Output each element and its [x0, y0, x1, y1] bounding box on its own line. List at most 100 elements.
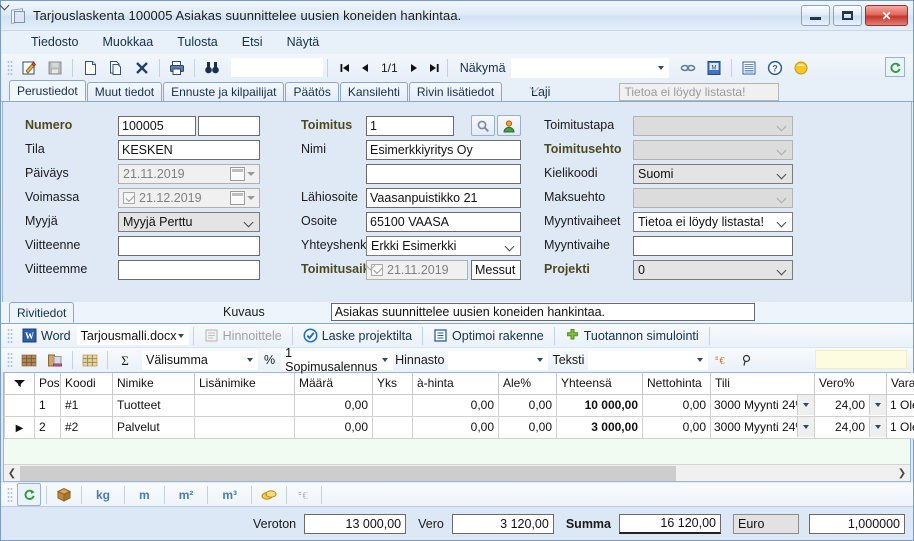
toimitusaika-extra-input[interactable]: Messut	[471, 260, 521, 280]
numero-input[interactable]: 100005	[118, 116, 196, 136]
tab-ennuste-ja-kilpailijat[interactable]: Ennuste ja kilpailijat	[163, 82, 284, 101]
valisumma-select[interactable]: Välisumma	[142, 351, 258, 370]
menu-item-tiedosto[interactable]: Tiedosto	[19, 33, 90, 51]
length-m-icon[interactable]: m	[129, 485, 160, 505]
col-varasto[interactable]: Varasto	[887, 373, 914, 394]
viitteemme-input[interactable]	[118, 260, 260, 280]
nav-first-button[interactable]	[336, 58, 354, 78]
cell-nettohinta[interactable]: 0,00	[643, 394, 711, 416]
maksuehto-select[interactable]	[633, 188, 793, 208]
scroll-right-arrow[interactable]: ❯	[894, 468, 910, 479]
table-row[interactable]: ▶ 2 #2 Palvelut 0,00 0,00 0,00 3 000,00 …	[5, 416, 914, 438]
paivays-datepicker[interactable]: 21.11.2019	[118, 164, 260, 184]
cell-pos[interactable]: 1	[35, 394, 61, 416]
bricks-grid-icon[interactable]	[78, 349, 102, 372]
col-tili[interactable]: Tili	[711, 373, 815, 394]
chevron-down-icon[interactable]	[869, 417, 886, 437]
close-button[interactable]: ✕	[865, 5, 908, 26]
teksti-select[interactable]	[588, 351, 708, 370]
refresh-button[interactable]	[885, 57, 905, 77]
col-ale[interactable]: Ale%	[499, 373, 557, 394]
volume-m3-icon[interactable]: m³	[212, 485, 247, 505]
cell-a-hinta[interactable]: 0,00	[413, 394, 499, 416]
nimi-input[interactable]: Esimerkkiyritys Oy	[366, 140, 521, 160]
word-template-select[interactable]: Tarjousmalli.docx	[77, 326, 189, 345]
cell-lisanimike[interactable]	[195, 394, 295, 416]
ribbon-grip[interactable]	[7, 328, 13, 344]
toimitus-contact-button[interactable]	[497, 115, 521, 136]
veroton-value[interactable]: 13 000,00	[304, 514, 406, 534]
col-row-marker[interactable]	[5, 373, 35, 394]
link-chain-icon[interactable]	[676, 56, 700, 79]
tuotannon-simulointi-button[interactable]: Tuotannon simulointi	[559, 325, 705, 346]
col-lisanimike[interactable]: Lisänimike	[195, 373, 295, 394]
ribbon-grip[interactable]	[7, 352, 13, 368]
map-blue-icon[interactable]: M	[702, 56, 726, 79]
cell-koodi[interactable]: #2	[61, 416, 113, 438]
cell-ale[interactable]: 0,00	[499, 394, 557, 416]
cell-varasto[interactable]: 1 Oletus	[887, 394, 914, 416]
menu-item-tulosta[interactable]: Tulosta	[165, 33, 230, 51]
cell-maara[interactable]: 0,00	[295, 416, 373, 438]
sopimusalennus-select[interactable]: 1 Sopimusalennus	[281, 351, 393, 370]
kielikoodi-select[interactable]: Suomi	[633, 164, 793, 184]
table-row[interactable]: 1 #1 Tuotteet 0,00 0,00 0,00 10 000,00 0…	[5, 394, 914, 416]
package-box-icon[interactable]	[52, 483, 76, 506]
delete-x-icon[interactable]	[130, 56, 154, 79]
scroll-left-arrow[interactable]: ❮	[4, 468, 20, 479]
col-yhteensa[interactable]: Yhteensä	[557, 373, 643, 394]
view-select[interactable]	[511, 58, 669, 78]
kuvaus-input[interactable]: Asiakas suunnittelee uusien koneiden han…	[331, 303, 755, 321]
tab-paatos[interactable]: Päätös	[285, 82, 338, 101]
sigma-sum-icon[interactable]: Σ	[113, 349, 137, 372]
highlight-field[interactable]	[815, 350, 907, 369]
chevron-down-icon[interactable]	[869, 395, 886, 415]
iconbar-grip[interactable]	[7, 487, 13, 503]
nav-next-button[interactable]	[405, 58, 423, 78]
col-nimike[interactable]: Nimike	[113, 373, 195, 394]
cell-vero[interactable]: 24,00	[815, 394, 887, 416]
menu-item-etsi[interactable]: Etsi	[230, 33, 275, 51]
currency-select[interactable]: Euro	[733, 514, 799, 534]
col-pos[interactable]: Pos	[35, 373, 61, 394]
toimitustapa-select[interactable]	[633, 116, 793, 136]
cell-yhteensa[interactable]: 10 000,00	[557, 394, 643, 416]
cell-nimike[interactable]: Palvelut	[113, 416, 195, 438]
col-a-hinta[interactable]: à-hinta	[413, 373, 499, 394]
toolbar-grip[interactable]	[7, 60, 13, 76]
cell-pos[interactable]: 2	[35, 416, 61, 438]
grid-horizontal-scrollbar[interactable]: ❮ ❯	[4, 464, 910, 481]
viitteenne-input[interactable]	[118, 236, 260, 256]
maximize-button[interactable]	[833, 5, 862, 26]
exchange-rate-value[interactable]: 1,000000	[809, 514, 905, 534]
col-vero[interactable]: Vero%	[815, 373, 887, 394]
osoite-input[interactable]: 65100 VAASA	[366, 212, 521, 232]
summa-value[interactable]: 16 120,00	[619, 514, 721, 534]
cell-tili[interactable]: 3000 Myynti 24%	[711, 416, 815, 438]
myyja-select[interactable]: Myyjä Perttu	[118, 212, 260, 232]
minimize-button[interactable]	[801, 5, 830, 26]
cell-lisanimike[interactable]	[195, 416, 295, 438]
help-question-icon[interactable]: ?	[763, 56, 787, 79]
row-marker-cell[interactable]: ▶	[5, 416, 35, 438]
tab-muut-tiedot[interactable]: Muut tiedot	[87, 82, 162, 101]
tab-perustiedot[interactable]: Perustiedot	[9, 80, 86, 101]
nimi-secondary-input[interactable]	[366, 164, 521, 184]
numero-secondary-input[interactable]	[198, 116, 260, 136]
cell-koodi[interactable]: #1	[61, 394, 113, 416]
bricks-stack-icon[interactable]	[17, 349, 41, 372]
toimitus-input[interactable]: 1	[366, 116, 454, 136]
tab-rivitiedot[interactable]: Rivitiedot	[9, 302, 74, 323]
nav-prev-button[interactable]	[356, 58, 374, 78]
toimitus-search-button[interactable]	[471, 115, 495, 136]
add-euro-icon[interactable]: €	[292, 483, 316, 506]
refresh-icon[interactable]	[17, 483, 41, 506]
voimassa-checkbox[interactable]	[123, 192, 135, 204]
tab-rivin-lisatiedot[interactable]: Rivin lisätiedot	[409, 82, 502, 101]
menu-item-muokkaa[interactable]: Muokkaa	[90, 33, 165, 51]
cell-nimike[interactable]: Tuotteet	[113, 394, 195, 416]
print-icon[interactable]	[165, 56, 189, 79]
menu-item-nayta[interactable]: Näytä	[275, 33, 332, 51]
word-button[interactable]: W Word	[16, 325, 77, 346]
copy-rows-icon[interactable]	[43, 349, 67, 372]
